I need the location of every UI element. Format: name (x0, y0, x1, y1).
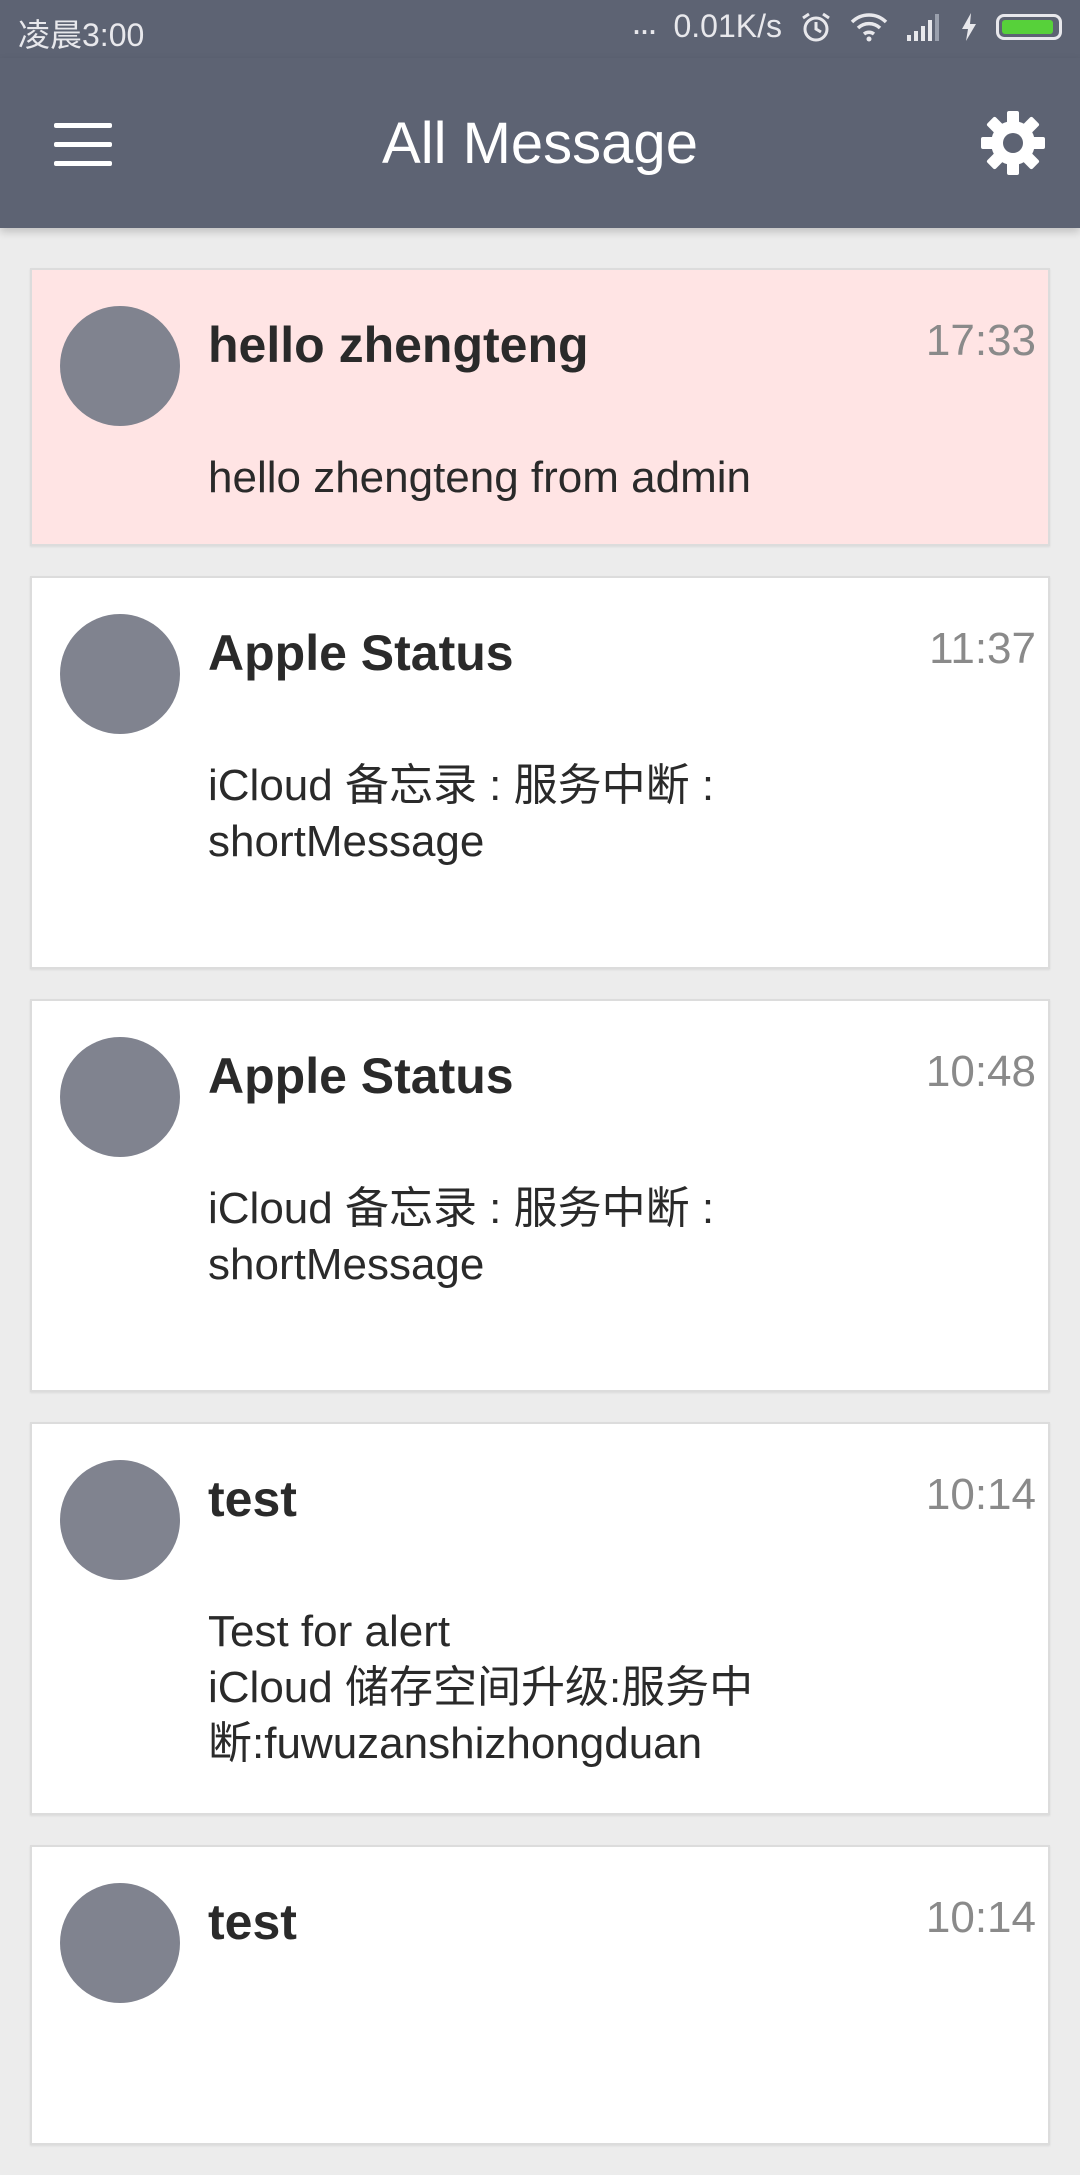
message-title: test (208, 1894, 297, 1950)
battery-level (1002, 19, 1053, 34)
status-time: 凌晨3:00 (18, 17, 145, 53)
page-title: All Message (382, 111, 698, 176)
message-title: test (208, 1471, 297, 1527)
message-title: Apple Status (208, 1048, 514, 1104)
message-list: hello zhengteng 17:33 hello zhengteng fr… (30, 268, 1050, 2175)
app-bar: All Message (0, 58, 1080, 228)
message-body: iCloud 备忘录 : 服务中断 : shortMessage (208, 1184, 715, 1289)
message-card[interactable]: test 10:14 (30, 1845, 1050, 2145)
message-title: hello zhengteng (208, 317, 589, 373)
wifi-icon (850, 12, 888, 42)
gear-icon[interactable] (980, 110, 1046, 176)
avatar (60, 1460, 180, 1580)
signal-icon (906, 13, 942, 41)
more-dots: ... (631, 0, 657, 42)
message-card[interactable]: Apple Status 11:37 iCloud 备忘录 : 服务中断 : s… (30, 576, 1050, 969)
message-time: 10:14 (925, 1470, 1036, 1519)
message-card[interactable]: hello zhengteng 17:33 hello zhengteng fr… (30, 268, 1050, 546)
message-time: 10:14 (925, 1893, 1036, 1942)
message-card[interactable]: Apple Status 10:48 iCloud 备忘录 : 服务中断 : s… (30, 999, 1050, 1392)
avatar (60, 614, 180, 734)
battery-icon (996, 13, 1062, 40)
avatar (60, 1883, 180, 2003)
message-time: 10:48 (925, 1047, 1036, 1096)
message-title: Apple Status (208, 625, 514, 681)
charging-icon (960, 12, 978, 42)
message-time: 17:33 (925, 316, 1036, 365)
message-body: hello zhengteng from admin (208, 453, 751, 502)
status-bar: 凌晨3:00 ... 0.01K/s (0, 0, 1080, 58)
alarm-icon (800, 11, 832, 43)
message-body: Test for alert iCloud 储存空间升级:服务中 断:fuwuz… (208, 1607, 754, 1768)
avatar (60, 306, 180, 426)
network-speed: 0.01K/s (673, 8, 782, 44)
message-body: iCloud 备忘录 : 服务中断 : shortMessage (208, 761, 715, 866)
status-icons: ... 0.01K/s (631, 1, 1062, 45)
avatar (60, 1037, 180, 1157)
message-time: 11:37 (929, 624, 1036, 673)
message-card[interactable]: test 10:14 Test for alert iCloud 储存空间升级:… (30, 1422, 1050, 1815)
